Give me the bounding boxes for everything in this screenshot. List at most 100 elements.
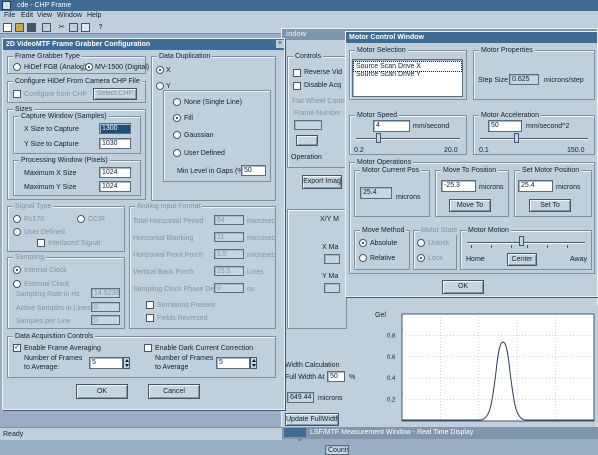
signal-user-radio[interactable] — [13, 228, 21, 236]
center-button[interactable]: Center — [507, 253, 537, 266]
grabber-mv1500-radio[interactable] — [85, 63, 93, 71]
phase-delay-label: Sampling Clock Phase Delay — [133, 286, 224, 293]
move-to-button[interactable]: Move To — [449, 199, 491, 212]
min-level-input[interactable]: 50 — [241, 165, 266, 176]
duplication-user-label: User Defined — [184, 150, 225, 157]
motor-ok-button[interactable]: OK — [442, 280, 484, 294]
set-position-input[interactable]: 25.4 — [518, 180, 553, 192]
menu-help[interactable]: Help — [87, 11, 101, 20]
lsf-plot: 0.8 0.6 0.4 0.2 — [387, 313, 595, 422]
framegrabber-ok-button[interactable]: OK — [76, 384, 128, 399]
duplication-fill-radio[interactable] — [173, 114, 181, 122]
move-to-input[interactable]: -25.3 — [441, 180, 476, 192]
home-label: Home — [466, 256, 485, 263]
internal-clock-radio[interactable] — [13, 266, 21, 274]
motor-motion-slider[interactable] — [519, 236, 524, 246]
disable-acq-checkbox[interactable] — [293, 82, 301, 90]
app-icon — [2, 1, 11, 10]
cut-icon[interactable]: ✂ — [57, 23, 66, 32]
signal-ccir-label: CCIR — [88, 216, 106, 223]
configure-chp-checkbox[interactable] — [13, 90, 21, 98]
signal-ccir-radio[interactable] — [77, 215, 85, 223]
duplication-gaussian-radio[interactable] — [173, 131, 181, 139]
help-icon[interactable]: ? — [96, 23, 105, 32]
y-size-capture-label: Y Size to Capture — [24, 141, 79, 148]
export-image-button[interactable]: Export Imag — [302, 175, 342, 189]
unlock-radio[interactable] — [417, 239, 425, 247]
lsf-window-titlebar: LSF/MTF Measurement Window - Real Time D… — [282, 427, 598, 439]
lock-radio[interactable] — [417, 254, 425, 262]
paste-icon[interactable] — [81, 23, 90, 32]
duplication-y-radio[interactable] — [156, 82, 164, 90]
framegrabber-cancel-button[interactable]: Cancel — [148, 384, 200, 399]
menu-window[interactable]: Window — [57, 11, 82, 20]
full-width-at-field[interactable]: 50 — [327, 371, 345, 382]
flat-wheel-label: Flat Wheel Control — [292, 98, 350, 105]
select-chp-button[interactable]: Select CHP — [93, 88, 137, 100]
motor-selection-list[interactable]: Source Scan Drive X Source Scan Drive Y — [352, 59, 463, 97]
motor-accel-input[interactable]: 50 — [488, 120, 522, 132]
reverse-video-checkbox[interactable] — [293, 69, 301, 77]
dark-frames-spinner[interactable] — [250, 357, 257, 369]
update-fullwidth-button[interactable]: Update FullWidth — [285, 413, 339, 426]
sampling-rate-field: 14.5238 — [91, 288, 120, 298]
external-clock-label: External Clock — [24, 281, 70, 288]
lock-label: Lock — [428, 255, 443, 262]
x-size-capture-input[interactable]: 1300 — [99, 123, 131, 134]
motion-tick — [471, 245, 472, 248]
dark-frames-input[interactable]: 5 — [216, 357, 250, 369]
frame-averaging-checkbox[interactable]: ✓ — [13, 344, 21, 352]
motor-accel-unit: mm/second^2 — [526, 123, 570, 130]
move-method-label: Move Method — [360, 226, 407, 235]
grabber-hidef-radio[interactable] — [13, 63, 21, 71]
duplication-none-radio[interactable] — [173, 98, 181, 106]
frames-to-average-input[interactable]: 5 — [89, 357, 123, 369]
full-width-unit: % — [349, 374, 356, 381]
processing-window-label: Processing Window (Pixels) — [19, 156, 110, 165]
save-icon[interactable] — [27, 23, 36, 32]
set-to-button[interactable]: Set To — [529, 199, 571, 212]
max-y-size-input[interactable]: 1024 — [99, 181, 131, 192]
sampling-rate-label: Sampling Rate in Hz — [16, 291, 80, 298]
grabber-type-label: Frame Grabber Type — [13, 52, 82, 61]
step-size-unit: microns/step — [544, 77, 584, 84]
framegrabber-close-icon[interactable]: × — [276, 40, 284, 48]
duplication-x-radio[interactable] — [156, 66, 164, 74]
menu-file[interactable]: File — [4, 11, 15, 20]
copy-icon[interactable] — [69, 23, 78, 32]
motor-speed-slider[interactable] — [375, 133, 381, 143]
total-horizontal-label: Total Horizontal Period — [133, 218, 204, 225]
back-porch-field: 15.5 — [214, 266, 244, 276]
frames-to-average-spinner[interactable] — [123, 357, 130, 369]
back-porch-label: Vertical Back Porch — [133, 269, 194, 276]
frame-averaging-label: Enable Frame Averaging — [24, 345, 101, 352]
signal-type-label: Signal Type — [13, 202, 54, 211]
motor-item-y[interactable]: Source Scan Drive Y — [353, 70, 421, 79]
print-icon[interactable] — [42, 23, 51, 32]
relative-radio[interactable] — [359, 254, 367, 262]
interlaced-checkbox[interactable] — [37, 239, 45, 247]
motor-window: Motor Control Window Motor Selection Sou… — [345, 31, 598, 297]
motor-properties-label: Motor Properties — [479, 46, 535, 55]
external-clock-radio[interactable] — [13, 280, 21, 288]
reverse-video-label: Reverse Vid — [304, 69, 343, 76]
y-size-capture-input[interactable]: 1030 — [99, 138, 131, 149]
fields-reversed-checkbox[interactable] — [146, 314, 154, 322]
max-y-size-label: Maximum Y Size — [24, 184, 77, 191]
motor-speed-input[interactable]: 4 — [373, 120, 410, 132]
absolute-radio[interactable] — [359, 239, 367, 247]
dark-current-checkbox[interactable] — [144, 344, 152, 352]
signal-rs170-radio[interactable] — [13, 215, 21, 223]
motor-speed-unit: mm/second — [413, 123, 450, 130]
disable-acq-label: Disable Acq — [304, 82, 341, 89]
menu-edit[interactable]: Edit — [21, 11, 33, 20]
motor-accel-slider[interactable] — [513, 133, 519, 143]
max-x-size-input[interactable]: 1024 — [99, 167, 131, 178]
serrations-checkbox[interactable] — [146, 301, 154, 309]
new-file-icon[interactable] — [3, 23, 12, 32]
open-folder-icon[interactable] — [15, 23, 24, 32]
status-text: Ready — [3, 431, 24, 438]
axis-group — [287, 209, 347, 329]
duplication-user-radio[interactable] — [173, 149, 181, 157]
menu-view[interactable]: View — [37, 11, 52, 20]
